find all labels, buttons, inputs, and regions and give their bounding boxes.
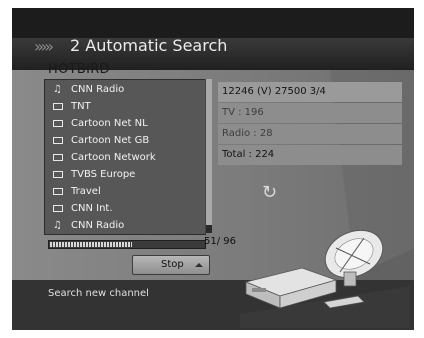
list-item[interactable]: CNN Int. (47, 201, 203, 217)
radio-count: Radio : 28 (218, 124, 402, 144)
list-item[interactable]: Cartoon Network (47, 150, 203, 166)
satellite-receiver-illustration (240, 229, 410, 328)
scrollbar-thumb[interactable] (206, 225, 212, 233)
music-note-icon: ♫ (53, 220, 62, 231)
list-item[interactable]: Cartoon Net GB (47, 133, 203, 149)
tv-icon (53, 188, 63, 195)
channel-label: CNN Radio (71, 220, 125, 231)
channel-label: Travel (71, 186, 101, 197)
satellite-name: HOTBIRD (48, 62, 110, 77)
tv-icon (53, 137, 63, 144)
transponder-info: 12246 (V) 27500 3/4 (218, 82, 402, 102)
caret-up-icon (195, 263, 203, 267)
footer-hint: Search new channel (48, 288, 149, 299)
list-item[interactable]: ♫ CNN Radio (47, 218, 203, 234)
search-progress-bar (48, 240, 206, 249)
tv-icon (53, 120, 63, 127)
channel-list[interactable]: ♫ CNN Radio TNT Cartoon Net NL Cartoon N… (44, 79, 206, 235)
channel-label: Cartoon Net GB (71, 135, 150, 146)
channel-label: Cartoon Net NL (71, 118, 148, 129)
page-title: 2 Automatic Search (70, 36, 228, 55)
tv-icon (53, 154, 63, 161)
stop-button[interactable]: Stop (132, 255, 210, 275)
channel-label: CNN Radio (71, 84, 125, 95)
list-item[interactable]: ♫ CNN Radio (47, 82, 203, 98)
list-item[interactable]: Cartoon Net NL (47, 116, 203, 132)
progress-count: 51/ 96 (204, 236, 236, 247)
music-note-icon: ♫ (53, 84, 62, 95)
channel-label: Cartoon Network (71, 152, 156, 163)
tv-icon (53, 103, 63, 110)
stop-label: Stop (161, 259, 184, 270)
channel-label: TNT (71, 101, 91, 112)
progress-fill (50, 242, 132, 247)
tv-count: TV : 196 (218, 103, 402, 123)
tv-icon (53, 205, 63, 212)
list-item[interactable]: Travel (47, 184, 203, 200)
loading-spinner-icon: ↻ (262, 182, 278, 203)
list-item[interactable]: TNT (47, 99, 203, 115)
title-chevrons-icon: ››››› (34, 37, 54, 56)
total-count: Total : 224 (218, 145, 402, 165)
tv-icon (53, 171, 63, 178)
list-scrollbar[interactable] (205, 79, 212, 233)
channel-label: CNN Int. (71, 203, 113, 214)
list-item[interactable]: TVBS Europe (47, 167, 203, 183)
channel-label: TVBS Europe (71, 169, 136, 180)
